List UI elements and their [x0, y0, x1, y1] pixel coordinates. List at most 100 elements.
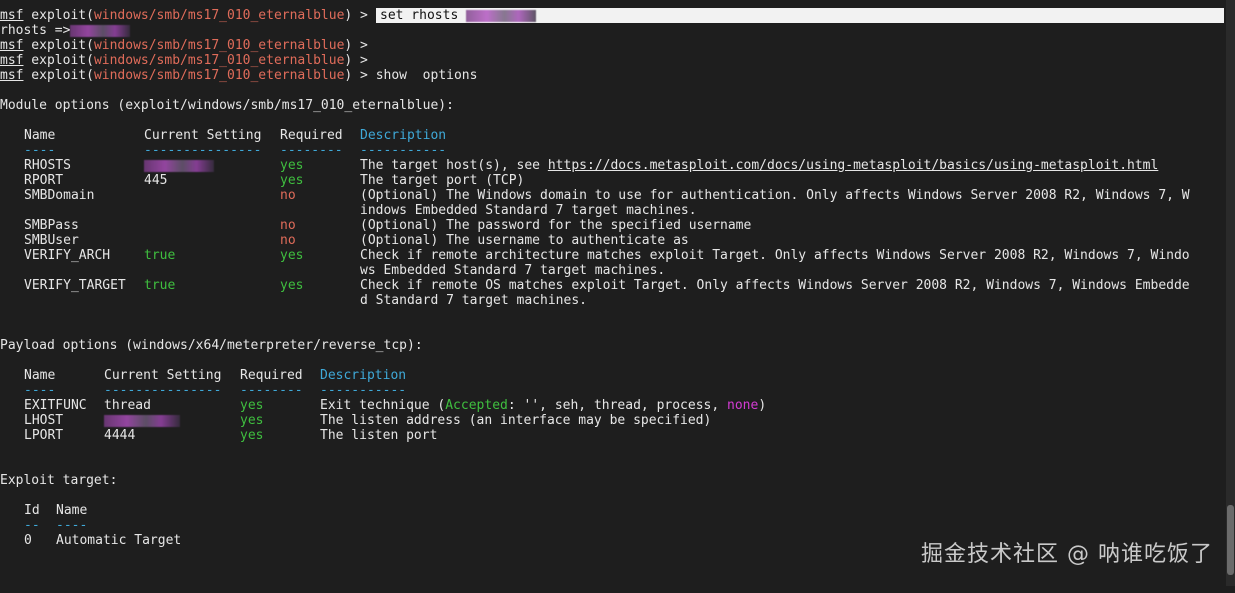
- prompt-text: ) >: [344, 8, 368, 23]
- payload-options-header: Payload options (windows/x64/meterpreter…: [0, 338, 423, 353]
- option-row: RHOSTS yes The target host(s), see https…: [0, 158, 1226, 173]
- scrollbar-thumb[interactable]: [1227, 505, 1234, 575]
- option-row: SMBUser no (Optional) The username to au…: [0, 233, 1226, 248]
- exploit-target-underline: -- ----: [0, 518, 1226, 533]
- option-required: yes: [240, 428, 264, 443]
- option-setting: 445: [144, 173, 168, 188]
- underline: ----: [24, 383, 56, 398]
- option-row: SMBDomain no (Optional) The Windows doma…: [0, 188, 1226, 203]
- option-name: VERIFY_ARCH: [24, 248, 111, 263]
- option-row-continued: indows Embedded Standard 7 target machin…: [0, 203, 1226, 218]
- terminal-output: msf exploit(windows/smb/ms17_010_eternal…: [0, 8, 1226, 548]
- module-name: windows/smb/ms17_010_eternalblue: [93, 8, 345, 23]
- option-required: yes: [240, 413, 264, 428]
- option-setting: 4444: [104, 428, 136, 443]
- col-description: Description: [360, 128, 447, 143]
- exploit-target-header: Exploit target:: [0, 473, 118, 488]
- option-required: no: [280, 233, 296, 248]
- option-setting: [144, 158, 214, 173]
- underline: ----: [56, 518, 88, 533]
- option-description: Exit technique (Accepted: '', seh, threa…: [320, 398, 766, 413]
- option-description: Check if remote OS matches exploit Targe…: [360, 278, 1190, 293]
- prompt-text: ) >: [344, 68, 368, 83]
- desc-text: : '', seh, thread, process,: [507, 398, 728, 413]
- option-name: RHOSTS: [24, 158, 71, 173]
- option-setting: true: [144, 278, 176, 293]
- desc-text: The target host(s), see: [360, 158, 548, 173]
- history-line: rhosts =>: [0, 23, 1226, 38]
- option-row-continued: d Standard 7 target machines.: [0, 293, 1226, 308]
- col-required: Required: [280, 128, 343, 143]
- option-row: LHOST yes The listen address (an interfa…: [0, 413, 1226, 428]
- option-name: SMBPass: [24, 218, 79, 233]
- option-description: (Optional) The username to authenticate …: [360, 233, 689, 248]
- col-name: Name: [56, 503, 88, 518]
- target-id: 0: [24, 533, 32, 548]
- desc-text: Exit technique (: [320, 398, 446, 413]
- option-required: no: [280, 188, 296, 203]
- option-description: The target host(s), see https://docs.met…: [360, 158, 1158, 173]
- col-current-setting: Current Setting: [104, 368, 222, 383]
- option-required: yes: [280, 158, 304, 173]
- option-row: SMBPass no (Optional) The password for t…: [0, 218, 1226, 233]
- option-row: EXITFUNC thread yes Exit technique (Acce…: [0, 398, 1226, 413]
- underline: ---------------: [144, 143, 262, 158]
- docs-link[interactable]: https://docs.metasploit.com/docs/using-m…: [548, 158, 1158, 173]
- underline: -----------: [320, 383, 407, 398]
- option-description: (Optional) The Windows domain to use for…: [360, 188, 1190, 203]
- underline: ----: [24, 143, 56, 158]
- prompt-text: exploit(: [23, 53, 94, 68]
- exploit-target-columns: Id Name: [0, 503, 1226, 518]
- prompt-text: exploit(: [23, 8, 94, 23]
- underline: --------: [280, 143, 343, 158]
- option-name: LPORT: [24, 428, 64, 443]
- option-description: The target port (TCP): [360, 173, 525, 188]
- none-label: none: [727, 398, 759, 413]
- underline: --------: [240, 383, 303, 398]
- module-options-columns: Name Current Setting Required Descriptio…: [0, 128, 1226, 143]
- msf-prefix: msf: [0, 68, 24, 83]
- payload-options-underline: ---- --------------- -------- ----------…: [0, 383, 1226, 398]
- option-setting: [104, 413, 180, 428]
- underline: --: [24, 518, 40, 533]
- vertical-scrollbar[interactable]: [1226, 0, 1235, 586]
- prompt-text: exploit(: [23, 38, 94, 53]
- option-description: ws Embedded Standard 7 target machines.: [360, 263, 666, 278]
- col-description: Description: [320, 368, 407, 383]
- accepted-label: Accepted: [445, 398, 508, 413]
- option-row: RPORT 445 yes The target port (TCP): [0, 173, 1226, 188]
- col-id: Id: [24, 503, 40, 518]
- redacted-ip: [144, 159, 214, 172]
- option-setting: thread: [104, 398, 151, 413]
- history-line: msf exploit(windows/smb/ms17_010_eternal…: [0, 68, 1226, 83]
- prompt-text: ) >: [344, 38, 368, 53]
- redacted-ip: [104, 414, 180, 427]
- option-name: RPORT: [24, 173, 64, 188]
- module-options-header: Module options (exploit/windows/smb/ms17…: [0, 98, 454, 113]
- underline: -----------: [360, 143, 447, 158]
- col-name: Name: [24, 128, 56, 143]
- history-line: msf exploit(windows/smb/ms17_010_eternal…: [0, 38, 1226, 53]
- option-required: yes: [240, 398, 264, 413]
- option-description: The listen port: [320, 428, 438, 443]
- option-name: VERIFY_TARGET: [24, 278, 126, 293]
- col-required: Required: [240, 368, 303, 383]
- option-row: VERIFY_TARGET true yes Check if remote O…: [0, 278, 1226, 293]
- option-name: LHOST: [24, 413, 64, 428]
- target-name: Automatic Target: [56, 533, 182, 548]
- prompt-text: exploit(: [23, 68, 94, 83]
- option-description: Check if remote architecture matches exp…: [360, 248, 1190, 263]
- option-description: (Optional) The password for the specifie…: [360, 218, 752, 233]
- option-required: yes: [280, 248, 304, 263]
- col-current-setting: Current Setting: [144, 128, 262, 143]
- option-row: LPORT 4444 yes The listen port: [0, 428, 1226, 443]
- option-required: no: [280, 218, 296, 233]
- option-required: yes: [280, 278, 304, 293]
- module-name: windows/smb/ms17_010_eternalblue: [93, 68, 345, 83]
- option-description: The listen address (an interface may be …: [320, 413, 712, 428]
- module-name: windows/smb/ms17_010_eternalblue: [93, 38, 345, 53]
- option-description: indows Embedded Standard 7 target machin…: [360, 203, 697, 218]
- option-name: SMBUser: [24, 233, 79, 248]
- redacted-ip: [70, 24, 131, 37]
- history-line: msf exploit(windows/smb/ms17_010_eternal…: [0, 53, 1226, 68]
